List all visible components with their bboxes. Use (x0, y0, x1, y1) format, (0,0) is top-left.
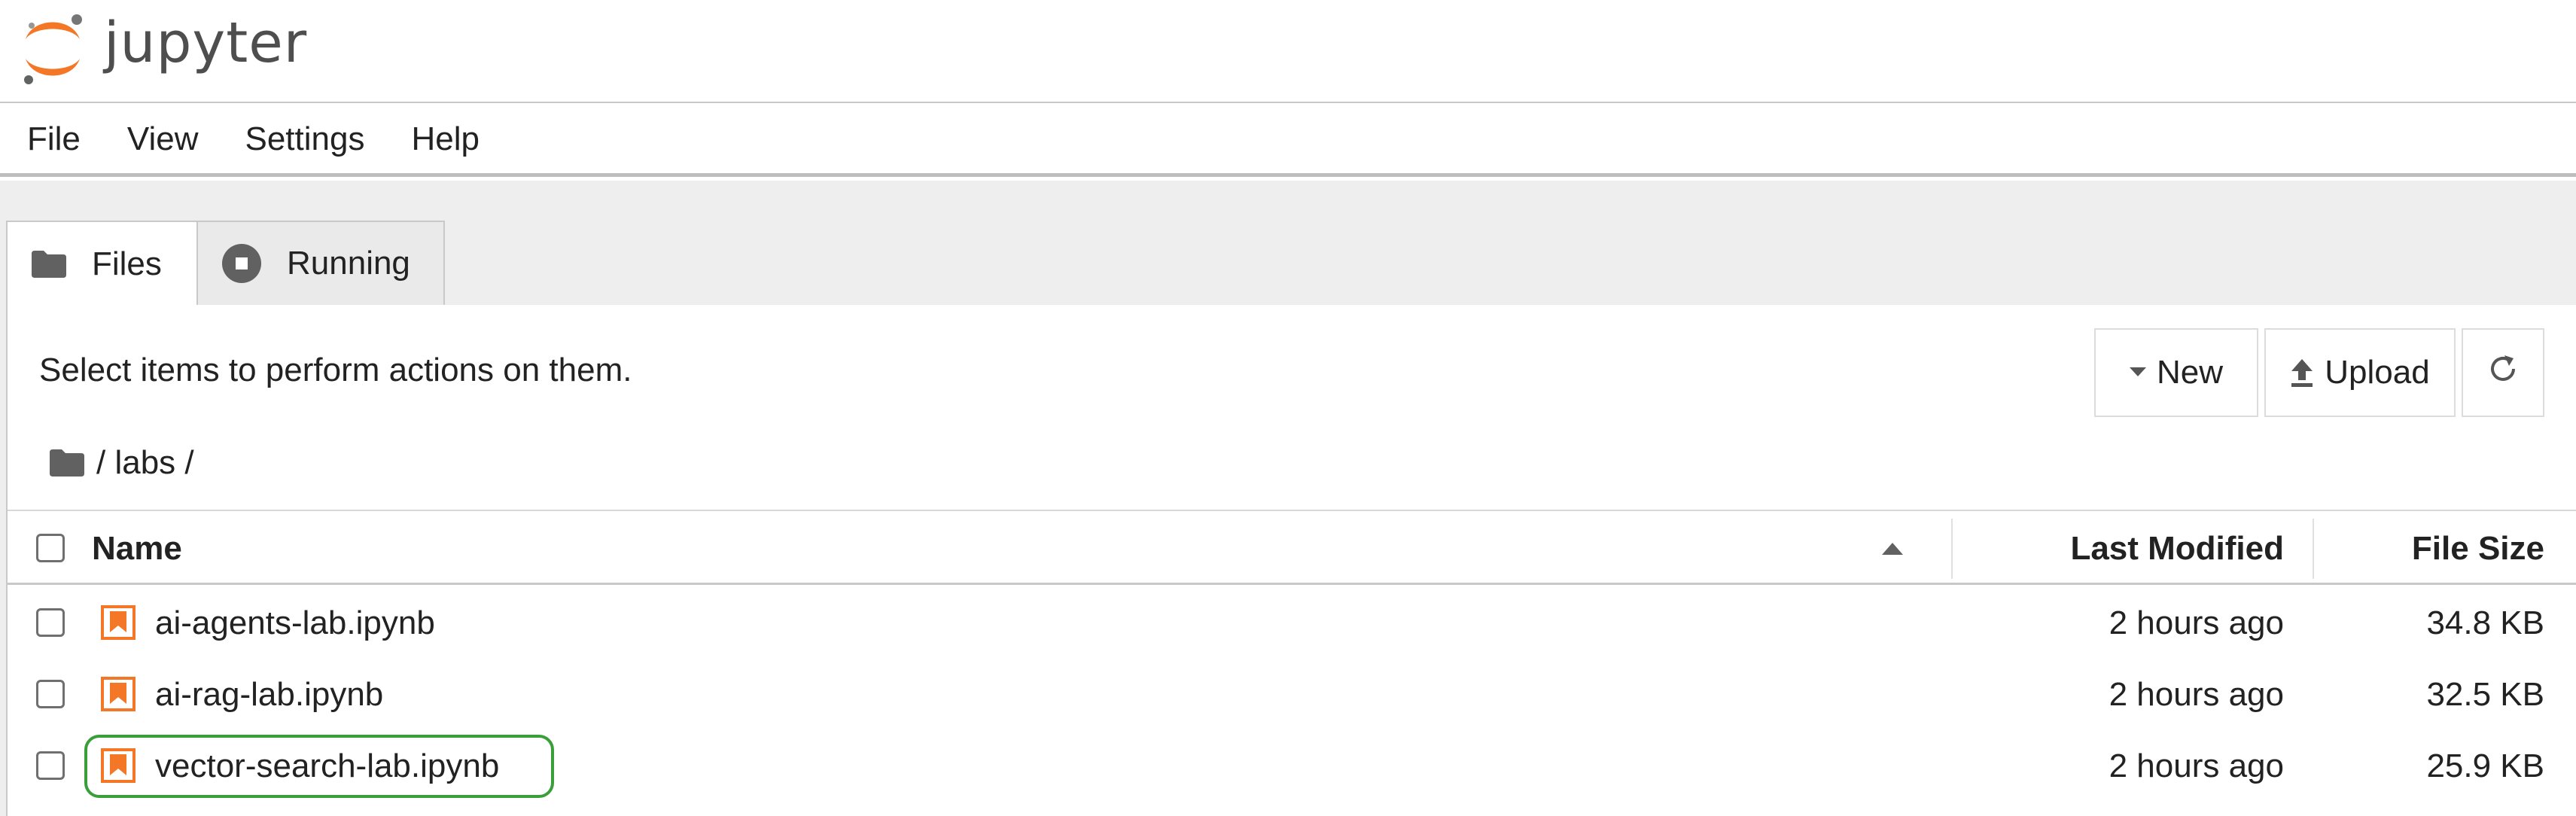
column-divider[interactable] (2313, 519, 2314, 579)
file-modified: 2 hours ago (2109, 747, 2284, 784)
tab-running-label: Running (287, 245, 410, 282)
header: jupyter (0, 0, 2576, 103)
upload-button[interactable]: Upload (2264, 328, 2456, 417)
file-name[interactable]: ai-rag-lab.ipynb (155, 659, 383, 730)
file-name[interactable]: vector-search-lab.ipynb (155, 730, 499, 802)
tab-files[interactable]: Files (6, 221, 196, 306)
row-checkbox[interactable] (36, 680, 65, 708)
folder-icon (30, 249, 68, 279)
jupyter-logo[interactable]: jupyter (21, 11, 307, 86)
menu-file[interactable]: File (27, 120, 81, 158)
tab-bar: Files Running (6, 221, 445, 306)
column-last-modified[interactable]: Last Modified (2070, 511, 2284, 586)
menu-settings[interactable]: Settings (245, 120, 364, 158)
row-checkbox[interactable] (36, 608, 65, 637)
file-browser-panel: Select items to perform actions on them.… (6, 305, 2576, 816)
new-button[interactable]: New (2094, 328, 2258, 417)
tab-running[interactable]: Running (196, 221, 445, 305)
new-button-label: New (2156, 354, 2224, 391)
logo-text: jupyter (104, 11, 308, 75)
file-row[interactable]: vector-search-lab.ipynb 2 hours ago 25.9… (8, 730, 2576, 802)
file-name[interactable]: ai-agents-lab.ipynb (155, 587, 435, 659)
caret-down-icon (2129, 367, 2146, 378)
sort-ascending-icon[interactable] (1882, 543, 1903, 559)
selection-hint: Select items to perform actions on them. (39, 352, 632, 388)
main-area: Files Running Select items to perform ac… (0, 181, 2576, 816)
file-size: 32.5 KB (2426, 675, 2544, 713)
file-row[interactable]: ai-rag-lab.ipynb 2 hours ago 32.5 KB (8, 659, 2576, 730)
home-folder-icon[interactable] (48, 448, 86, 478)
file-modified: 2 hours ago (2109, 675, 2284, 713)
stop-circle-icon (221, 242, 263, 285)
breadcrumb-path[interactable]: / labs / (96, 444, 194, 482)
notebook-icon (101, 677, 135, 715)
menu-help[interactable]: Help (411, 120, 480, 158)
jupyter-logo-icon (24, 14, 82, 84)
menu-view[interactable]: View (127, 120, 199, 158)
file-size: 34.8 KB (2426, 604, 2544, 641)
file-row[interactable]: ai-agents-lab.ipynb 2 hours ago 34.8 KB (8, 587, 2576, 659)
column-name[interactable]: Name (92, 511, 182, 586)
notebook-icon (101, 605, 135, 644)
row-checkbox[interactable] (36, 751, 65, 780)
select-all-checkbox[interactable] (36, 534, 65, 562)
file-modified: 2 hours ago (2109, 604, 2284, 641)
breadcrumb: / labs / (48, 439, 194, 487)
refresh-icon (2486, 352, 2520, 394)
menu-bar: File View Settings Help (0, 105, 2576, 177)
upload-icon (2290, 358, 2314, 388)
column-file-size[interactable]: File Size (2412, 511, 2544, 586)
refresh-button[interactable] (2462, 328, 2544, 417)
upload-button-label: Upload (2325, 354, 2430, 391)
file-list-header: Name Last Modified File Size (8, 510, 2576, 585)
tab-files-label: Files (92, 245, 162, 282)
column-divider[interactable] (1951, 519, 1953, 579)
notebook-icon (101, 748, 135, 787)
file-size: 25.9 KB (2426, 747, 2544, 784)
